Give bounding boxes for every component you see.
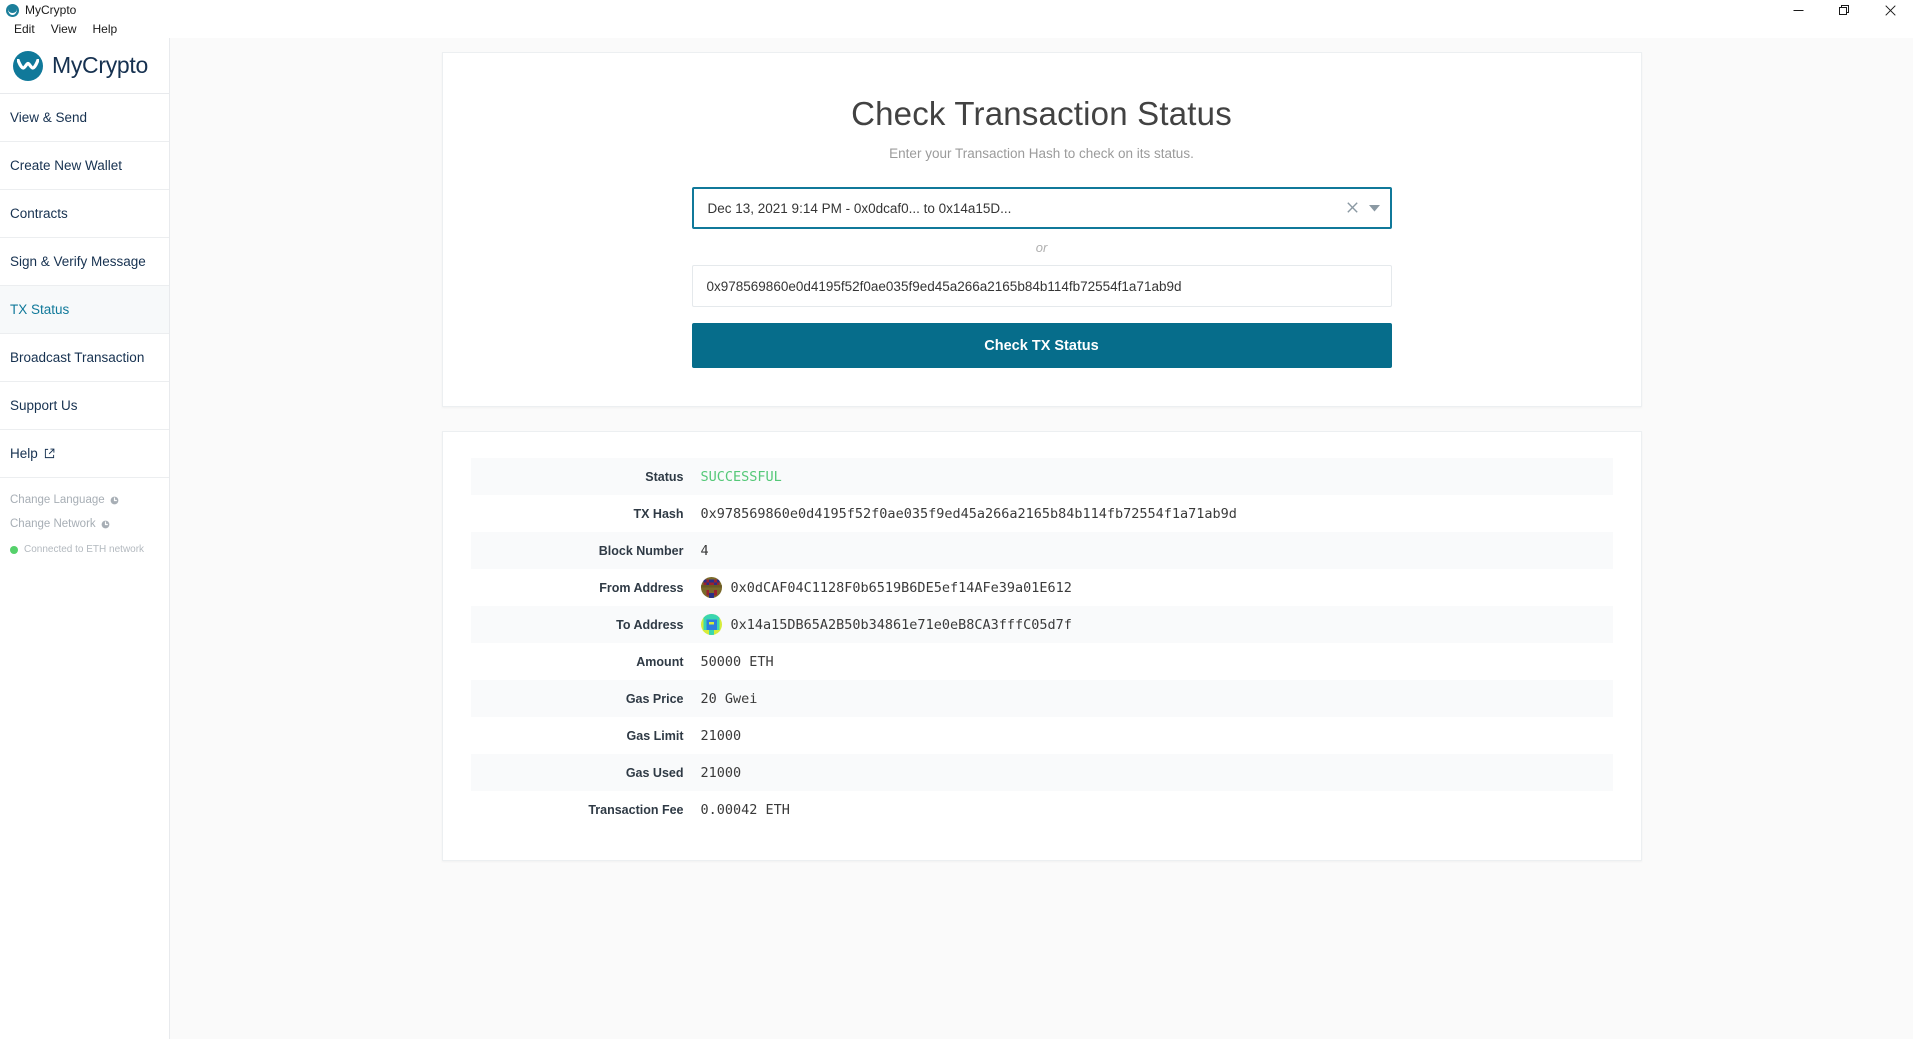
row-value: 20 Gwei: [700, 690, 758, 707]
gear-icon: [110, 496, 119, 505]
check-transaction-card: Check Transaction Status Enter your Tran…: [441, 52, 1642, 407]
row-value: 4: [700, 542, 709, 559]
main-content: Check Transaction Status Enter your Tran…: [170, 38, 1913, 1039]
row-value: 50000 ETH: [700, 653, 774, 670]
table-row: Gas Used 21000: [470, 754, 1613, 791]
row-value: 0.00042 ETH: [700, 801, 790, 818]
sidebar-bottom-links: Change Language Change Network Connected…: [0, 478, 169, 555]
sidebar-item-label: Contracts: [10, 206, 68, 221]
sidebar-item-label: Help: [10, 446, 38, 461]
sidebar-item-broadcast-transaction[interactable]: Broadcast Transaction: [0, 334, 169, 382]
sidebar-item-view-and-send[interactable]: View & Send: [0, 94, 169, 142]
sidebar-item-label: Sign & Verify Message: [10, 254, 146, 269]
page-title: Check Transaction Status: [851, 95, 1232, 132]
table-row: Transaction Fee 0.00042 ETH: [471, 791, 1613, 828]
sidebar-item-label: TX Status: [10, 302, 70, 317]
table-row: Gas Price 20 Gwei: [470, 680, 1613, 717]
sidebar-brand-label: MyCrypto: [52, 52, 149, 78]
transaction-details-card: Status SUCCESSFUL TX Hash 0x978569860e0d…: [441, 431, 1642, 861]
row-value: 0x0dCAF04C1128F0b6519B6DE5ef14AFe39a01E6…: [730, 579, 1072, 596]
table-row: TX Hash 0x978569860e0d4195f52f0ae035f9ed…: [471, 495, 1613, 532]
window-title: MyCrypto: [25, 3, 77, 17]
sidebar-item-support-us[interactable]: Support Us: [0, 382, 169, 430]
sidebar-item-label: Broadcast Transaction: [10, 350, 145, 365]
table-row: Status SUCCESSFUL: [470, 458, 1613, 495]
content-wrapper: Check Transaction Status Enter your Tran…: [441, 38, 1642, 861]
menu-item-view[interactable]: View: [43, 20, 85, 38]
table-row: From Address 0x0dCAF04C1128F0b6519B6DE5e…: [471, 569, 1613, 606]
sidebar: MyCrypto View & Send Create New Wallet C…: [0, 38, 170, 1039]
transaction-hash-input[interactable]: 0x978569860e0d4195f52f0ae035f9ed45a266a2…: [691, 265, 1392, 307]
row-label: Gas Price: [470, 680, 701, 717]
sidebar-brand[interactable]: MyCrypto: [0, 38, 169, 94]
change-network-label: Change Network: [10, 518, 96, 530]
row-value: 21000: [700, 727, 742, 744]
change-language-link[interactable]: Change Language: [10, 494, 169, 506]
row-label: Transaction Fee: [588, 802, 684, 817]
row-value: 21000: [700, 764, 742, 781]
sidebar-item-create-new-wallet[interactable]: Create New Wallet: [0, 142, 169, 190]
app-body: MyCrypto View & Send Create New Wallet C…: [0, 38, 1913, 1039]
change-network-link[interactable]: Change Network: [10, 518, 169, 530]
row-label: Gas Limit: [626, 728, 684, 743]
sidebar-item-label: Support Us: [10, 398, 78, 413]
table-row: To Address 0x14a15DB65A2B50b34861e71e0eB…: [470, 606, 1613, 643]
table-row: Block Number 4: [470, 532, 1613, 569]
row-label: Gas Used: [470, 754, 701, 791]
row-label: From Address: [599, 580, 684, 595]
check-tx-status-button[interactable]: Check TX Status: [691, 323, 1392, 368]
minimize-icon[interactable]: [1775, 0, 1821, 20]
page-subtitle: Enter your Transaction Hash to check on …: [889, 146, 1194, 161]
clear-selection-icon[interactable]: [1338, 201, 1367, 216]
identicon-to: [700, 614, 722, 635]
close-icon[interactable]: [1867, 0, 1913, 20]
sidebar-item-help[interactable]: Help: [0, 430, 169, 478]
gear-icon: [101, 520, 110, 529]
sidebar-item-tx-status[interactable]: TX Status: [0, 286, 169, 334]
sidebar-item-label: Create New Wallet: [10, 158, 123, 173]
window-titlebar: MyCrypto: [0, 0, 1913, 20]
status-badge: SUCCESSFUL: [700, 468, 782, 485]
network-status: Connected to ETH network: [10, 544, 169, 555]
status-dot-icon: [10, 545, 18, 554]
restore-icon[interactable]: [1821, 0, 1867, 20]
mycrypto-logo-icon: [6, 3, 19, 17]
sidebar-item-sign-and-verify-message[interactable]: Sign & Verify Message: [0, 238, 169, 286]
identicon-from: [700, 577, 722, 598]
network-status-label: Connected to ETH network: [24, 544, 145, 555]
tx-status-form: Dec 13, 2021 9:14 PM - 0x0dcaf0... to 0x…: [691, 187, 1392, 368]
row-value: 0x14a15DB65A2B50b34861e71e0eB8CA3fffC05d…: [730, 616, 1072, 633]
transaction-select-value: Dec 13, 2021 9:14 PM - 0x0dcaf0... to 0x…: [707, 200, 1012, 216]
row-label: To Address: [470, 606, 701, 643]
row-label: TX Hash: [633, 506, 684, 521]
table-row: Amount 50000 ETH: [471, 643, 1613, 680]
transaction-details-table: Status SUCCESSFUL TX Hash 0x978569860e0d…: [470, 458, 1613, 828]
change-language-label: Change Language: [10, 494, 105, 506]
chevron-down-icon[interactable]: [1367, 204, 1380, 212]
transaction-select[interactable]: Dec 13, 2021 9:14 PM - 0x0dcaf0... to 0x…: [691, 187, 1392, 229]
menubar: Edit View Help: [0, 20, 1913, 38]
window-controls: [1775, 0, 1913, 20]
row-label: Amount: [636, 654, 684, 669]
row-label: Block Number: [470, 532, 701, 569]
sidebar-item-label: View & Send: [10, 110, 88, 125]
mycrypto-logo-icon: [13, 50, 43, 81]
sidebar-item-contracts[interactable]: Contracts: [0, 190, 169, 238]
row-value: 0x978569860e0d4195f52f0ae035f9ed45a266a2…: [700, 505, 1237, 522]
external-link-icon: [44, 448, 55, 459]
menu-item-edit[interactable]: Edit: [6, 20, 43, 38]
table-row: Gas Limit 21000: [471, 717, 1613, 754]
menu-item-help[interactable]: Help: [84, 20, 125, 38]
or-separator: or: [1035, 240, 1048, 255]
row-label: Status: [470, 458, 701, 495]
